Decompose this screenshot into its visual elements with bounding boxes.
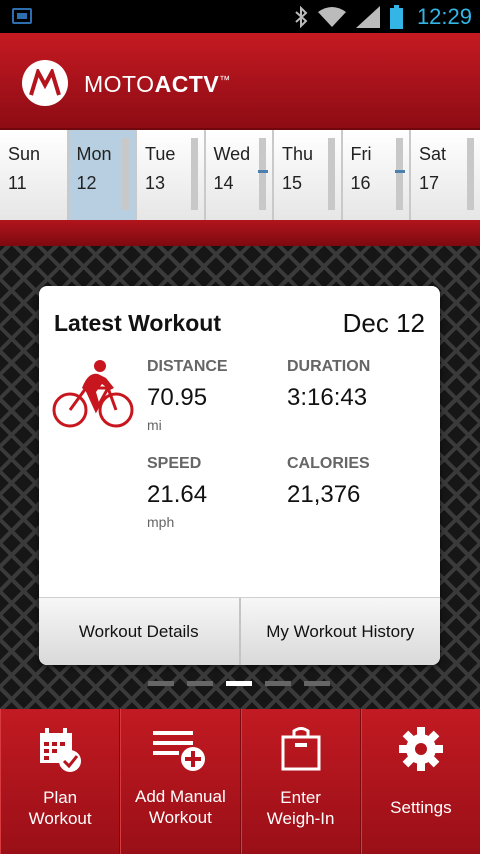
page-dot[interactable]: [265, 681, 291, 686]
workout-history-button[interactable]: My Workout History: [238, 598, 441, 665]
day-activity-bar: [190, 138, 198, 210]
motorola-logo-icon: [22, 60, 68, 106]
page-dot[interactable]: [187, 681, 213, 686]
app-title: MOTOACTV™: [84, 71, 231, 97]
day-tue[interactable]: Tue 13: [137, 130, 206, 220]
page-dot[interactable]: [148, 681, 174, 686]
duration-stat: DURATION 3:16:43: [287, 358, 371, 411]
day-sat[interactable]: Sat 17: [411, 130, 480, 220]
day-wed[interactable]: Wed 14: [205, 130, 274, 220]
speed-stat: SPEED 21.64 mph: [147, 455, 208, 530]
divider-band: [0, 220, 480, 246]
workout-date: Dec 12: [342, 308, 425, 338]
day-sun[interactable]: Sun 11: [0, 130, 69, 220]
card-actions: Workout Details My Workout History: [39, 597, 440, 665]
day-mon-selected[interactable]: Mon 12: [68, 130, 137, 220]
day-activity-bar: [122, 138, 129, 210]
day-thu[interactable]: Thu 15: [274, 130, 343, 220]
day-activity-bar: [466, 138, 474, 210]
plan-workout-button[interactable]: Plan Workout: [0, 709, 121, 854]
app-header: MOTOACTV™: [0, 33, 480, 130]
day-activity-bar: [327, 138, 335, 210]
cycling-icon: [52, 358, 134, 435]
battery-icon: [389, 4, 403, 29]
add-manual-workout-button[interactable]: Add Manual Workout: [120, 709, 241, 854]
week-calendar: Sun 11 Mon 12 Tue 13 Wed 14 Thu 15 Fri 1…: [0, 130, 480, 220]
settings-button[interactable]: Settings: [360, 709, 480, 854]
day-activity-marker: [395, 170, 405, 173]
bluetooth-icon: [294, 5, 308, 28]
bottom-toolbar: Plan Workout Add Manual Workout Enter We…: [0, 709, 480, 854]
signal-icon: [355, 5, 380, 28]
page-dot-active[interactable]: [226, 681, 252, 686]
latest-workout-card: Latest Workout Dec 12 DISTANCE 70.95 mi …: [39, 286, 440, 665]
day-activity-marker: [258, 170, 268, 173]
status-bar: 12:29: [0, 0, 480, 33]
wifi-icon: [317, 6, 346, 28]
status-icons: 12:29: [294, 0, 472, 33]
notification-icon: [12, 8, 32, 24]
workout-details-button[interactable]: Workout Details: [39, 598, 239, 665]
page-dot[interactable]: [304, 681, 330, 686]
calories-stat: CALORIES 21,376: [287, 455, 370, 508]
enter-weigh-in-button[interactable]: Enter Weigh-In: [240, 709, 361, 854]
page-indicator: [148, 681, 330, 686]
clock: 12:29: [416, 3, 472, 29]
day-fri[interactable]: Fri 16: [342, 130, 411, 220]
card-title: Latest Workout: [54, 310, 221, 336]
day-activity-bar: [396, 138, 403, 210]
day-activity-bar: [259, 138, 266, 210]
distance-stat: DISTANCE 70.95 mi: [147, 358, 228, 433]
